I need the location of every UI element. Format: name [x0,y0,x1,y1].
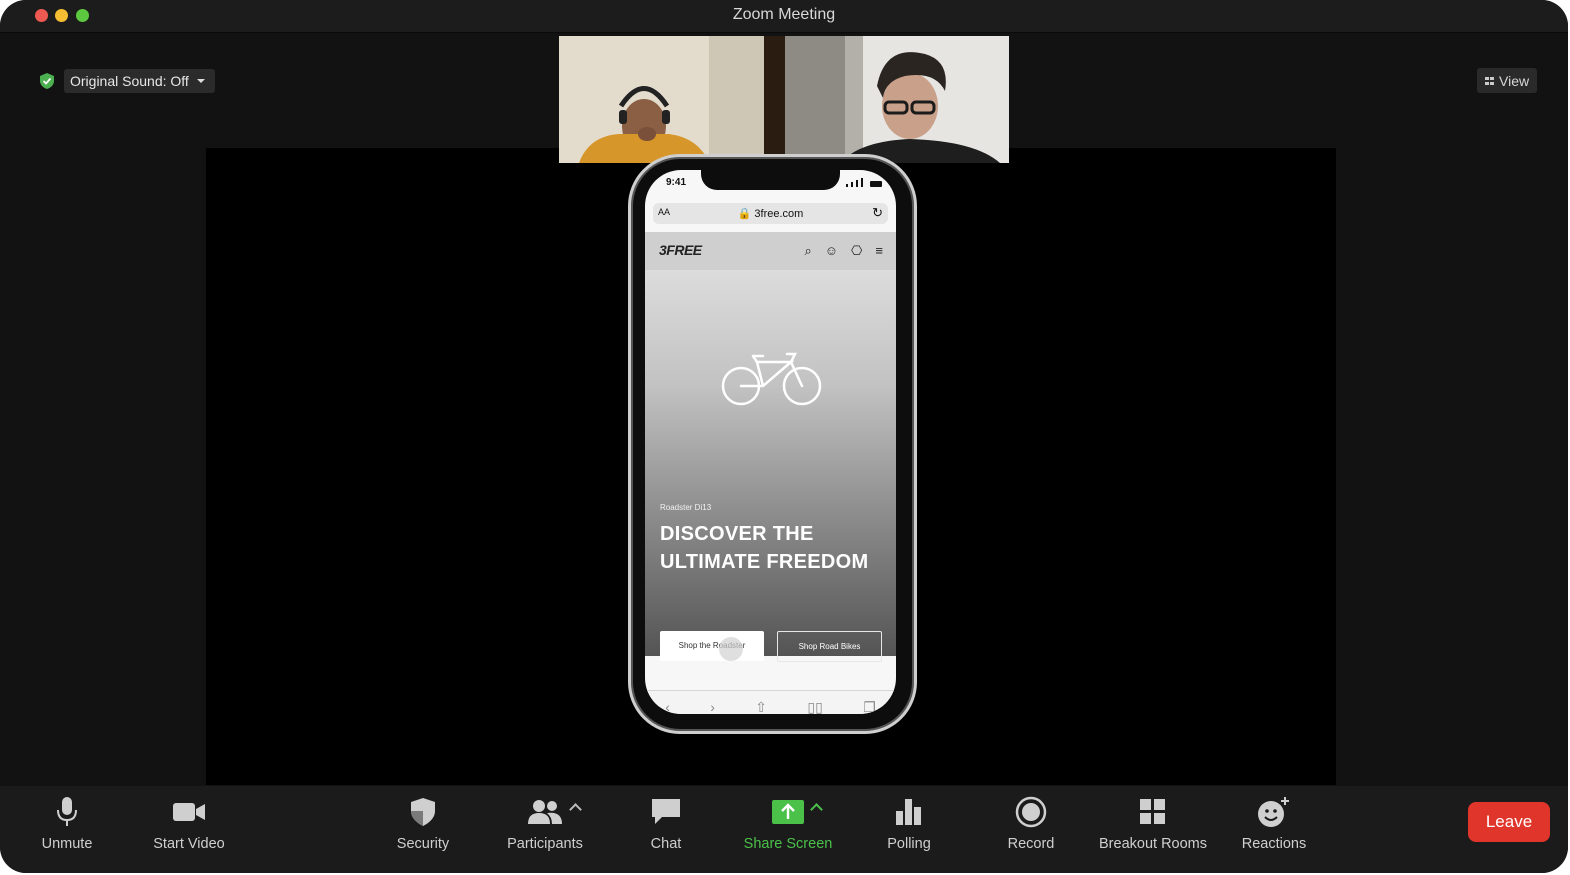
original-sound-control: Original Sound: Off [38,68,215,94]
view-button[interactable]: View [1477,68,1538,93]
encryption-shield-icon [40,73,54,89]
record-label: Record [1007,836,1055,852]
menu-icon[interactable]: ≡ [875,243,883,259]
cart-icon[interactable]: ⎔ [851,243,862,259]
breakout-rooms-button[interactable]: Breakout Rooms [1093,786,1213,873]
url-text: 🔒 3free.com [737,208,804,220]
search-icon[interactable]: ⌕ [804,243,811,259]
back-icon[interactable]: ‹ [665,699,670,714]
video-divider [764,36,785,163]
headline-line-1: DISCOVER THE [660,523,814,545]
phone-time: 9:41 [666,177,687,188]
reactions-icon [1254,794,1294,830]
shop-roadster-button[interactable]: Shop the Roadster [660,631,764,661]
chat-label: Chat [650,836,682,852]
shield-icon [403,794,443,830]
original-sound-label: Original Sound: Off [70,73,189,89]
polling-icon [889,794,929,830]
share-screen-icon [768,794,808,830]
signal-icon [846,178,882,187]
participants-icon [525,794,565,830]
site-logo[interactable]: 3FREE [659,242,702,258]
grid-icon [1485,76,1494,85]
original-sound-dropdown[interactable]: Original Sound: Off [64,69,215,93]
browser-url-bar[interactable]: AA 🔒 3free.com ↻ [653,203,888,224]
breakout-rooms-label: Breakout Rooms [1099,836,1207,852]
phone-screen: 9:41 AA 🔒 3free.com ↻ 3FREE ⌕ ☺ ⎔ ≡ Road… [645,170,896,714]
video-camera-icon [169,794,209,830]
participant-video-tile-2[interactable] [785,36,1009,163]
chevron-down-icon [196,79,205,83]
reactions-button[interactable]: Reactions [1234,786,1314,873]
battery-icon [870,181,882,187]
chat-icon [646,794,686,830]
unmute-label: Unmute [41,836,93,852]
share-icon[interactable]: ⇧ [755,699,767,714]
hero-headline: DISCOVER THE ULTIMATE FREEDOM [660,520,868,576]
share-screen-label: Share Screen [743,836,833,852]
record-button[interactable]: Record [991,786,1071,873]
participants-label: Participants [507,836,583,852]
zoom-window: Zoom Meeting Original Sound: Off View 9:… [0,0,1568,873]
meeting-toolbar: Unmute Start Video Security Participants [0,786,1568,873]
participant-1-video [559,36,764,163]
record-icon [1011,794,1051,830]
site-navigation: 3FREE ⌕ ☺ ⎔ ≡ [645,232,896,270]
shop-road-bikes-button[interactable]: Shop Road Bikes [777,631,882,662]
url-value: 3free.com [754,208,804,220]
polling-label: Polling [887,836,931,852]
title-bar: Zoom Meeting [0,0,1568,33]
leave-button[interactable]: Leave [1468,802,1550,842]
breakout-rooms-icon [1133,794,1173,830]
bookmarks-icon[interactable]: ▯▯ [807,699,822,714]
microphone-icon [47,794,87,830]
account-icon[interactable]: ☺ [825,243,838,259]
reactions-label: Reactions [1241,836,1307,852]
headline-line-2: ULTIMATE FREEDOM [660,551,869,573]
tabs-icon[interactable]: ❐ [863,699,876,714]
reload-icon[interactable]: ↻ [872,205,883,221]
view-label: View [1499,72,1530,89]
start-video-button[interactable]: Start Video [139,786,239,873]
hero-banner: Roadster Di13 DISCOVER THE ULTIMATE FREE… [645,270,896,656]
share-screen-button[interactable]: Share Screen [738,786,838,873]
bicycle-icon [721,352,822,406]
product-subtitle: Roadster Di13 [660,503,712,512]
participant-2-video [785,36,1009,163]
security-label: Security [396,836,450,852]
browser-toolbar: ‹ › ⇧ ▯▯ ❐ [645,690,896,714]
polling-button[interactable]: Polling [869,786,949,873]
forward-icon[interactable]: › [710,699,715,714]
chat-button[interactable]: Chat [626,786,706,873]
window-title: Zoom Meeting [732,6,836,23]
start-video-label: Start Video [153,836,225,852]
participants-button[interactable]: Participants [495,786,595,873]
participant-video-tile-1[interactable] [559,36,764,163]
unmute-button[interactable]: Unmute [27,786,107,873]
security-button[interactable]: Security [383,786,463,873]
phone-notch [701,170,840,190]
tap-indicator [719,637,743,661]
